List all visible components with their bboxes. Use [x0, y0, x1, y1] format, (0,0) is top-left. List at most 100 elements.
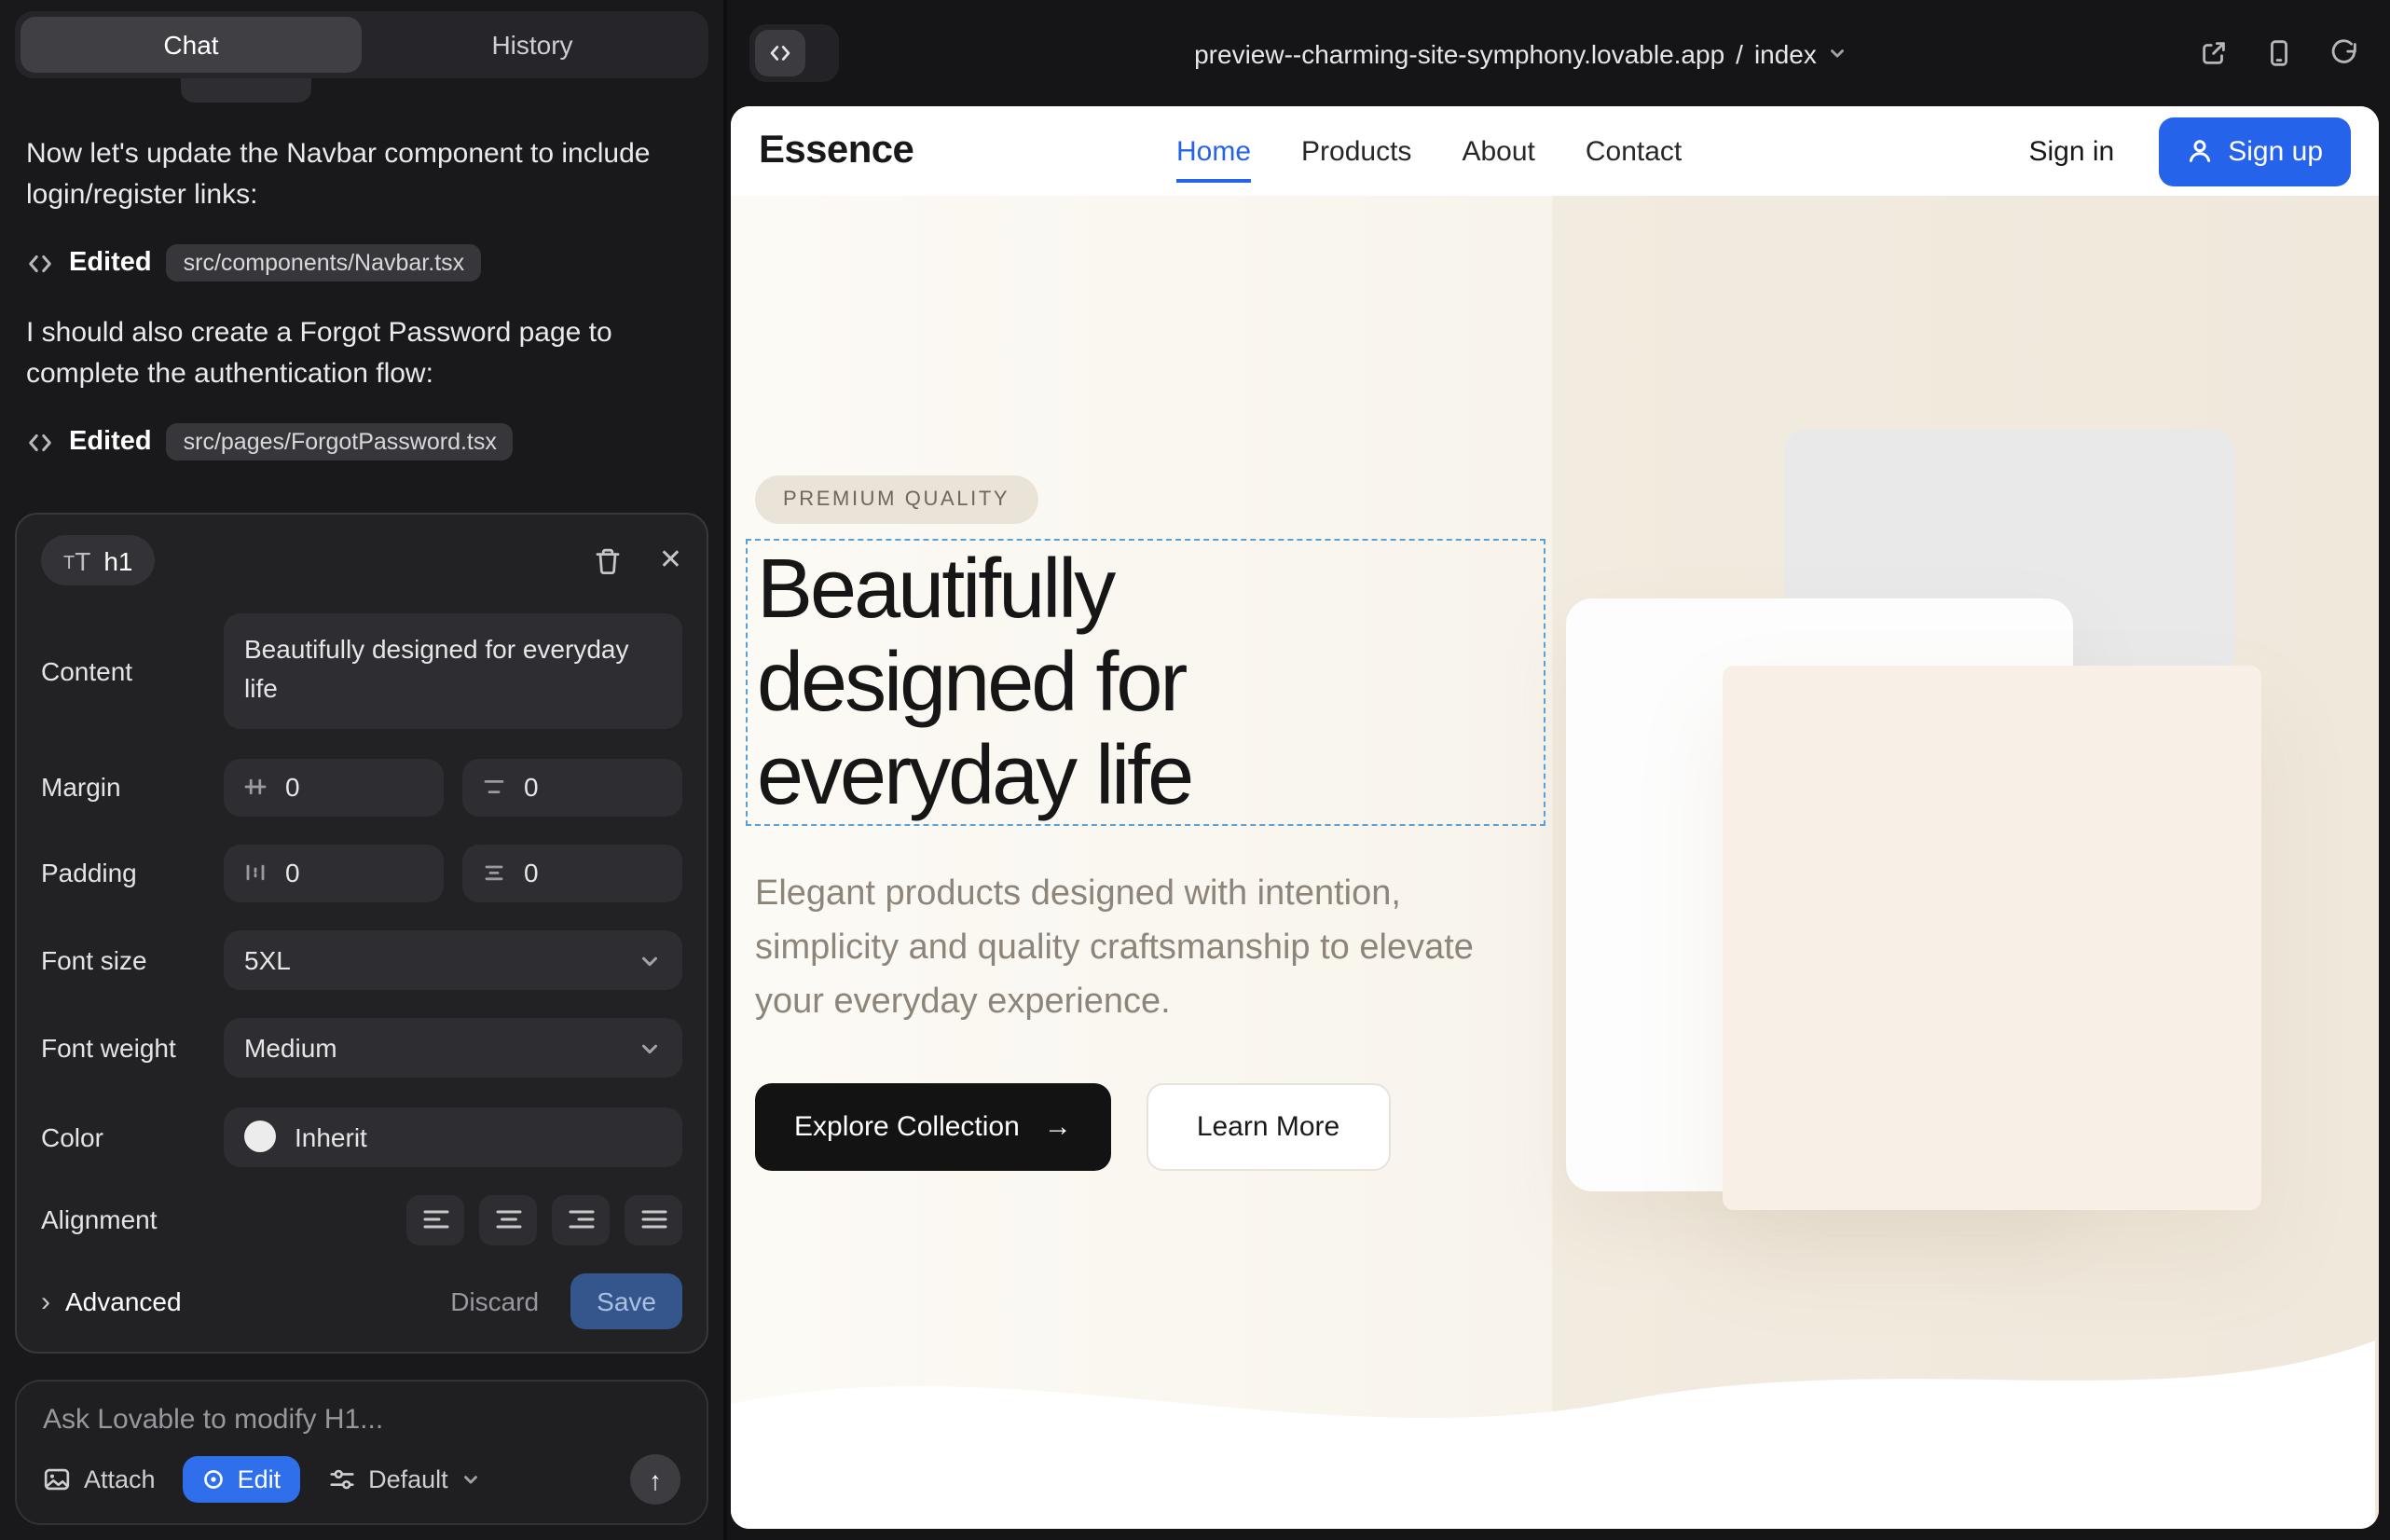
chevron-down-icon — [638, 1037, 662, 1061]
sign-up-button[interactable]: Sign up — [2159, 117, 2351, 186]
color-row: Color Inherit — [41, 1107, 682, 1166]
font-weight-label: Font weight — [41, 1034, 224, 1064]
discard-button[interactable]: Discard — [450, 1286, 539, 1316]
edited-file-row: Edited src/components/Navbar.tsx — [26, 244, 697, 282]
code-icon — [26, 249, 54, 277]
font-weight-row: Font weight Medium — [41, 1019, 682, 1079]
close-icon[interactable]: ✕ — [659, 546, 682, 574]
model-selector[interactable]: Default — [327, 1465, 482, 1493]
edited-file-badge[interactable]: src/components/Navbar.tsx — [167, 244, 482, 282]
composer-toolbar: Attach Edit Default — [43, 1454, 680, 1505]
font-weight-value: Medium — [244, 1034, 638, 1064]
edited-label: Edited — [69, 248, 152, 278]
align-justify-icon — [640, 1209, 666, 1231]
content-input[interactable]: Beautifully designed for everyday life — [224, 614, 682, 730]
chat-message: I should also create a Forgot Password p… — [26, 313, 697, 393]
url-bar[interactable]: preview--charming-site-symphony.lovable.… — [858, 0, 2185, 106]
element-tag-pill: TT h1 — [41, 535, 156, 585]
code-preview-toggle[interactable] — [749, 24, 839, 82]
auth-actions: Sign in Sign up — [2029, 106, 2352, 196]
explore-collection-button[interactable]: Explore Collection → — [755, 1083, 1111, 1171]
browser-actions — [2198, 0, 2360, 106]
nav-link-contact[interactable]: Contact — [1586, 135, 1682, 167]
mobile-icon[interactable] — [2263, 37, 2295, 69]
align-center-icon — [495, 1209, 521, 1231]
padding-x-input[interactable]: 0 — [224, 845, 444, 902]
browser-toolbar: preview--charming-site-symphony.lovable.… — [727, 0, 2390, 106]
chat-message: Now let's update the Navbar component to… — [26, 134, 697, 214]
hero-heading[interactable]: Beautifully designed for everyday life — [748, 541, 1544, 822]
padding-x-value: 0 — [285, 859, 300, 888]
delete-element-button[interactable] — [594, 545, 624, 575]
image-attach-icon — [43, 1465, 71, 1493]
composer-input[interactable]: Ask Lovable to modify H1... — [43, 1404, 680, 1436]
edited-label: Edited — [69, 427, 152, 457]
margin-y-input[interactable]: 0 — [462, 758, 682, 816]
selected-heading-outline[interactable]: Beautifully designed for everyday life — [746, 539, 1545, 826]
advanced-toggle[interactable]: › Advanced — [41, 1286, 182, 1316]
content-row: Content Beautifully designed for everyda… — [41, 614, 682, 730]
typography-icon: TT — [63, 547, 90, 573]
content-label: Content — [41, 657, 224, 687]
font-size-value: 5XL — [244, 945, 638, 975]
site-preview: Essence Home Products About Contact Sign… — [731, 106, 2379, 1529]
align-center-button[interactable] — [479, 1195, 537, 1245]
sign-up-label: Sign up — [2228, 135, 2323, 167]
explore-label: Explore Collection — [794, 1111, 1020, 1143]
align-right-button[interactable] — [552, 1195, 610, 1245]
chevron-down-icon — [461, 1469, 482, 1490]
tab-chat[interactable]: Chat — [21, 17, 362, 73]
sign-in-link[interactable]: Sign in — [2029, 135, 2115, 167]
margin-x-value: 0 — [285, 772, 300, 802]
hero-heading-line: designed for — [757, 636, 1544, 729]
margin-x-icon — [242, 774, 268, 800]
external-link-icon[interactable] — [2198, 37, 2230, 69]
send-arrow-icon: ↑ — [649, 1464, 662, 1494]
editor-footer: › Advanced Discard Save — [41, 1273, 682, 1329]
edit-mode-button[interactable]: Edit — [184, 1456, 300, 1503]
tab-history[interactable]: History — [362, 17, 703, 73]
font-size-select[interactable]: 5XL — [224, 930, 682, 990]
hero-heading-line: Beautifully — [757, 543, 1544, 636]
code-icon — [26, 428, 54, 456]
hero-cta-group: Explore Collection → Learn More — [755, 1083, 1390, 1171]
align-left-icon — [422, 1209, 448, 1231]
font-weight-select[interactable]: Medium — [224, 1019, 682, 1079]
align-justify-button[interactable] — [625, 1195, 682, 1245]
sidebar-tabs: Chat History — [15, 11, 708, 78]
clipped-chip[interactable] — [181, 78, 311, 103]
nav-link-products[interactable]: Products — [1301, 135, 1411, 167]
padding-y-icon — [481, 860, 507, 887]
user-icon — [2187, 138, 2213, 164]
refresh-icon[interactable] — [2328, 37, 2360, 69]
chevron-right-icon: › — [41, 1287, 50, 1315]
edited-file-badge[interactable]: src/pages/ForgotPassword.tsx — [167, 423, 514, 461]
color-value: Inherit — [295, 1121, 367, 1151]
site-nav-links: Home Products About Contact — [1176, 106, 1682, 196]
align-left-button[interactable] — [406, 1195, 464, 1245]
send-button[interactable]: ↑ — [630, 1454, 680, 1505]
nav-link-home[interactable]: Home — [1176, 135, 1251, 167]
margin-x-input[interactable]: 0 — [224, 758, 444, 816]
chat-sidebar: Chat History Now let's update the Navbar… — [0, 0, 727, 1540]
edit-target-icon — [202, 1467, 227, 1492]
margin-y-icon — [481, 774, 507, 800]
color-select[interactable]: Inherit — [224, 1107, 682, 1166]
learn-more-button[interactable]: Learn More — [1147, 1083, 1390, 1171]
padding-y-input[interactable]: 0 — [462, 845, 682, 902]
font-size-label: Font size — [41, 945, 224, 975]
edited-file-row: Edited src/pages/ForgotPassword.tsx — [26, 423, 697, 461]
arrow-right-icon: → — [1044, 1111, 1072, 1143]
sliders-icon — [327, 1465, 355, 1493]
site-brand[interactable]: Essence — [759, 129, 913, 173]
element-editor-panel: TT h1 ✕ Content Beautifully designed for… — [15, 513, 708, 1354]
quality-badge: PREMIUM QUALITY — [755, 475, 1037, 524]
nav-link-about[interactable]: About — [1462, 135, 1534, 167]
attach-button[interactable]: Attach — [43, 1465, 156, 1493]
margin-row: Margin 0 0 — [41, 758, 682, 816]
save-button[interactable]: Save — [570, 1273, 682, 1329]
code-toggle-icon — [755, 30, 805, 76]
edit-label: Edit — [238, 1465, 282, 1493]
align-right-icon — [568, 1209, 594, 1231]
hero-section: PREMIUM QUALITY Beautifully designed for… — [731, 196, 2379, 1529]
